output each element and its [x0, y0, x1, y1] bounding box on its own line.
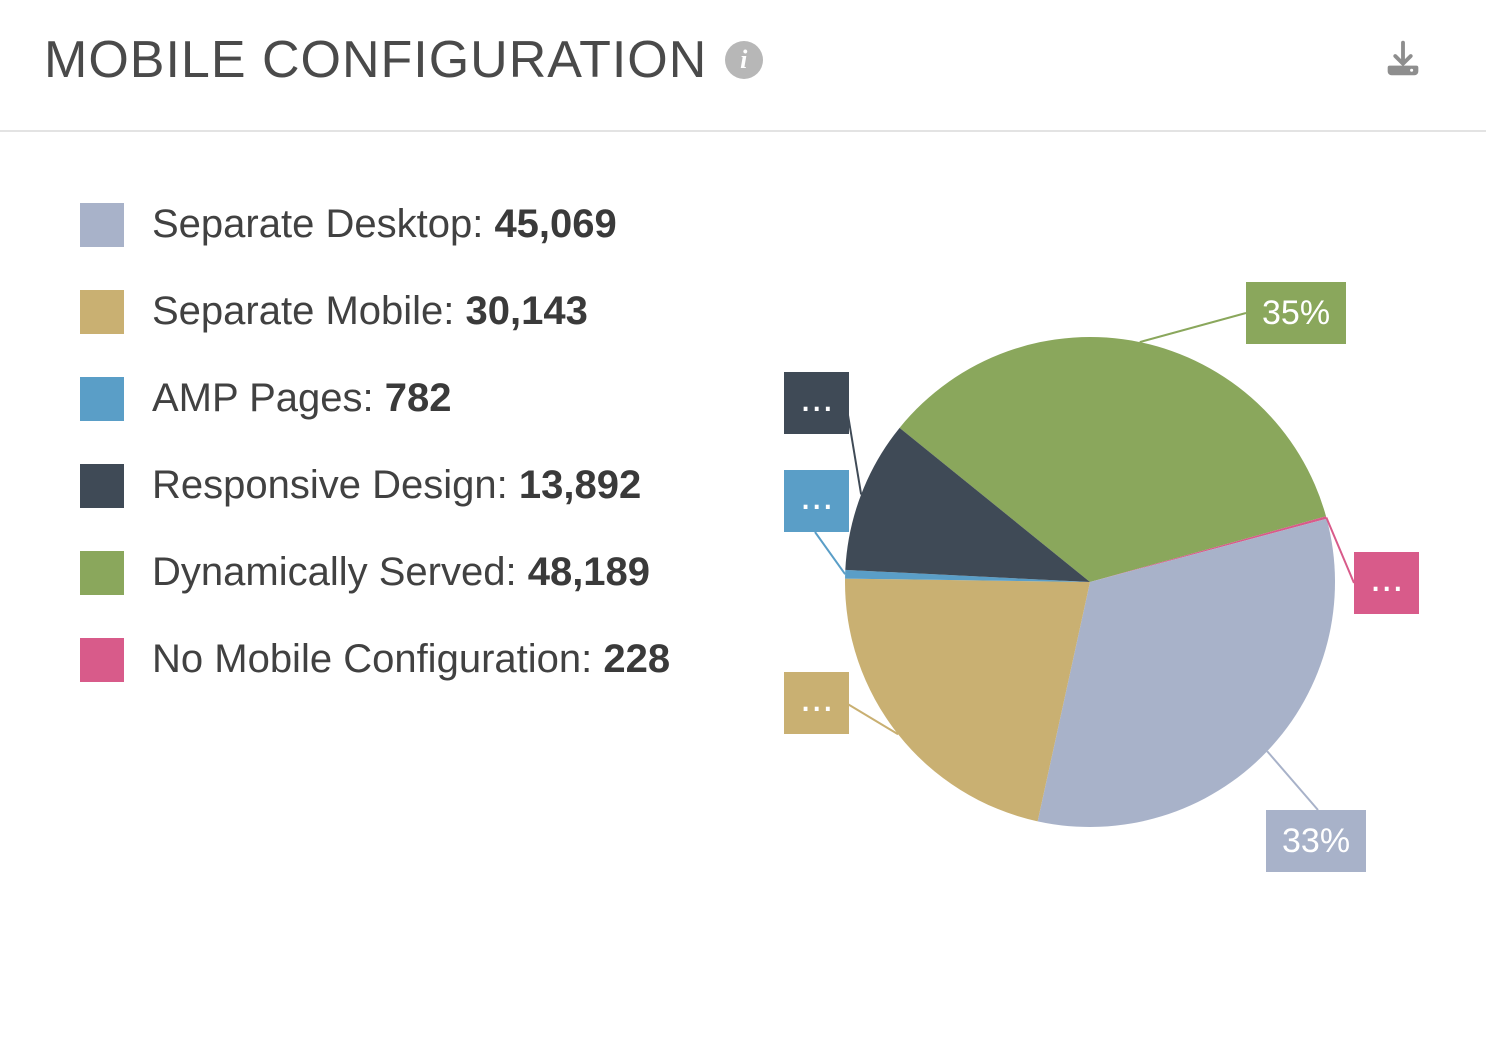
legend-value: 782	[385, 376, 452, 420]
callout-separate-desktop: 33%	[1266, 810, 1366, 872]
legend-label: Separate Desktop	[152, 202, 472, 246]
legend-list: Separate Desktop: 45,069 Separate Mobile…	[80, 192, 720, 952]
swatch-amp-pages	[80, 377, 124, 421]
legend-text-dynamically-served: Dynamically Served: 48,189	[152, 550, 650, 595]
swatch-separate-desktop	[80, 203, 124, 247]
legend-item-separate-mobile[interactable]: Separate Mobile: 30,143	[80, 289, 720, 334]
swatch-responsive-design	[80, 464, 124, 508]
panel-header: MOBILE CONFIGURATION i	[0, 0, 1486, 132]
legend-label: Separate Mobile	[152, 289, 443, 333]
download-icon[interactable]	[1380, 35, 1426, 86]
swatch-dynamically-served	[80, 551, 124, 595]
legend-value: 228	[603, 637, 670, 681]
legend-text-amp-pages: AMP Pages: 782	[152, 376, 451, 421]
panel-title: MOBILE CONFIGURATION i	[44, 30, 763, 90]
legend-item-dynamically-served[interactable]: Dynamically Served: 48,189	[80, 550, 720, 595]
legend-item-responsive-design[interactable]: Responsive Design: 13,892	[80, 463, 720, 508]
legend-value: 13,892	[519, 463, 641, 507]
legend-item-no-mobile-config[interactable]: No Mobile Configuration: 228	[80, 637, 720, 682]
legend-label: AMP Pages	[152, 376, 363, 420]
info-icon[interactable]: i	[725, 41, 763, 79]
legend-value: 30,143	[466, 289, 588, 333]
swatch-no-mobile-config	[80, 638, 124, 682]
callout-responsive-design: ...	[784, 372, 849, 434]
callout-amp-pages: ...	[784, 470, 849, 532]
legend-text-no-mobile-config: No Mobile Configuration: 228	[152, 637, 670, 682]
legend-value: 48,189	[528, 550, 650, 594]
legend-item-separate-desktop[interactable]: Separate Desktop: 45,069	[80, 202, 720, 247]
legend-label: Responsive Design	[152, 463, 497, 507]
swatch-separate-mobile	[80, 290, 124, 334]
legend-text-separate-desktop: Separate Desktop: 45,069	[152, 202, 617, 247]
pie-chart: 35% 33% ... ... ... ...	[750, 192, 1436, 952]
mobile-config-panel: MOBILE CONFIGURATION i Separate Desktop:…	[0, 0, 1486, 1046]
callout-no-mobile-config: ...	[1354, 552, 1419, 614]
legend-text-responsive-design: Responsive Design: 13,892	[152, 463, 641, 508]
legend-value: 45,069	[494, 202, 616, 246]
legend-label: Dynamically Served	[152, 550, 505, 594]
panel-body: Separate Desktop: 45,069 Separate Mobile…	[0, 132, 1486, 992]
panel-title-text: MOBILE CONFIGURATION	[44, 30, 707, 90]
callout-separate-mobile: ...	[784, 672, 849, 734]
legend-label: No Mobile Configuration	[152, 637, 581, 681]
legend-item-amp-pages[interactable]: AMP Pages: 782	[80, 376, 720, 421]
callout-dynamically-served: 35%	[1246, 282, 1346, 344]
legend-text-separate-mobile: Separate Mobile: 30,143	[152, 289, 588, 334]
